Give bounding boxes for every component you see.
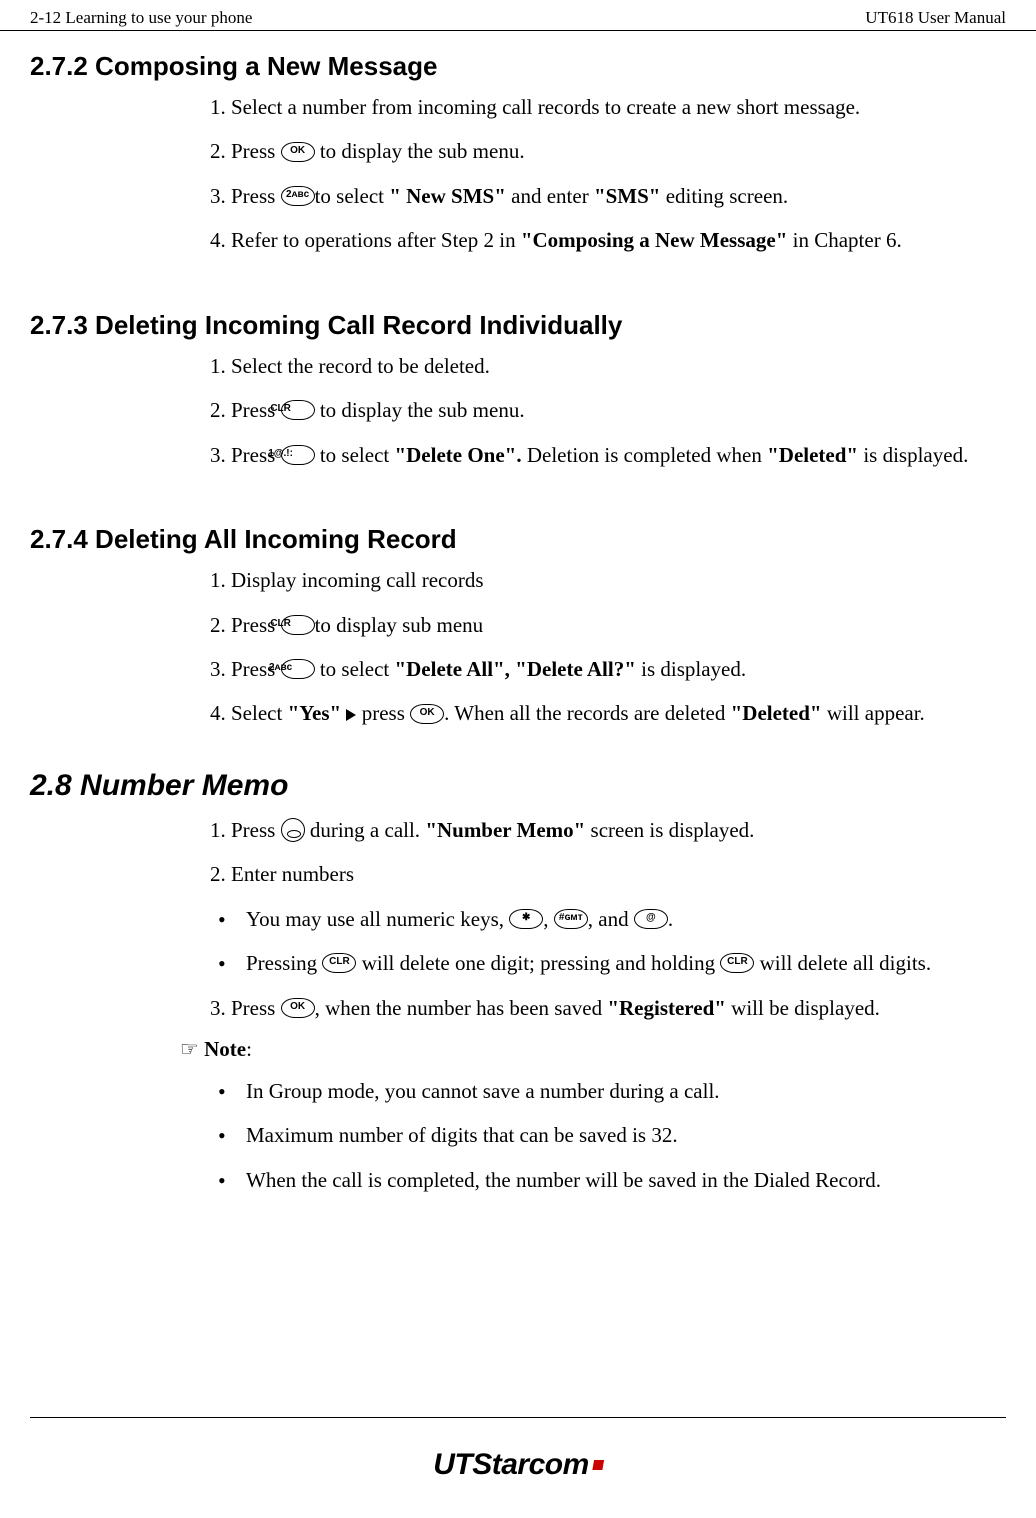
heading-272: 2.7.2 Composing a New Message xyxy=(30,51,1006,82)
s272-step4: 4. Refer to operations after Step 2 in "… xyxy=(210,225,1006,255)
note-item-1: In Group mode, you cannot save a number … xyxy=(210,1076,1006,1106)
header-left: 2-12 Learning to use your phone xyxy=(30,8,252,28)
arrow-right-icon xyxy=(346,709,356,721)
one-key-icon: 1@.!: xyxy=(281,445,315,465)
clr-key-icon: CLR xyxy=(281,400,315,420)
circle-key-icon xyxy=(281,818,305,842)
clr-key-icon: CLR xyxy=(281,615,315,635)
page-header: 2-12 Learning to use your phone UT618 Us… xyxy=(0,0,1036,31)
section-274-body: 1. Display incoming call records 2. Pres… xyxy=(210,565,1006,729)
star-key-icon: ✱ xyxy=(509,909,543,929)
clr-key-icon: CLR xyxy=(322,953,356,973)
s274-step2: 2. Press CLRto display sub menu xyxy=(210,610,1006,640)
note-item-3: When the call is completed, the number w… xyxy=(210,1165,1006,1195)
clr-key-icon: CLR xyxy=(720,953,754,973)
s272-step3: 3. Press 2ᴀʙᴄto select " New SMS" and en… xyxy=(210,181,1006,211)
note-body: In Group mode, you cannot save a number … xyxy=(210,1076,1006,1195)
note-header: ☞ Note: xyxy=(180,1037,1006,1062)
two-key-icon: 2ᴀʙᴄ xyxy=(281,659,315,679)
page-content: 2.7.2 Composing a New Message 1. Select … xyxy=(0,31,1036,1195)
s28-step1: 1. Press during a call. "Number Memo" sc… xyxy=(210,815,1006,845)
pointing-hand-icon: ☞ xyxy=(180,1037,204,1061)
heading-274: 2.7.4 Deleting All Incoming Record xyxy=(30,524,1006,555)
s273-step1: 1. Select the record to be deleted. xyxy=(210,351,1006,381)
heading-273: 2.7.3 Deleting Incoming Call Record Indi… xyxy=(30,310,1006,341)
s28-bullet1: You may use all numeric keys, ✱, #ɢᴍᴛ, a… xyxy=(210,904,1006,934)
s28-step2: 2. Enter numbers xyxy=(210,859,1006,889)
heading-28: 2.8 Number Memo xyxy=(30,769,1006,803)
ok-key-icon: OK xyxy=(281,998,315,1018)
utstarcom-logo: UTStarcom xyxy=(433,1448,603,1482)
section-273-body: 1. Select the record to be deleted. 2. P… xyxy=(210,351,1006,470)
ok-key-icon: OK xyxy=(410,704,444,724)
s274-step3: 3. Press 2ᴀʙᴄ to select "Delete All", "D… xyxy=(210,654,1006,684)
s274-step1: 1. Display incoming call records xyxy=(210,565,1006,595)
ok-key-icon: OK xyxy=(281,142,315,162)
s28-bullet2: Pressing CLR will delete one digit; pres… xyxy=(210,948,1006,978)
s272-step2: 2. Press OK to display the sub menu. xyxy=(210,136,1006,166)
section-28-body: 1. Press during a call. "Number Memo" sc… xyxy=(210,815,1006,1023)
section-272-body: 1. Select a number from incoming call re… xyxy=(210,92,1006,256)
header-right: UT618 User Manual xyxy=(865,8,1006,28)
s274-step4: 4. Select "Yes" press OK. When all the r… xyxy=(210,698,1006,728)
at-key-icon: @ xyxy=(634,909,668,929)
hash-key-icon: #ɢᴍᴛ xyxy=(554,909,588,929)
s273-step3: 3. Press 1@.!: to select "Delete One". D… xyxy=(210,440,1006,470)
note-item-2: Maximum number of digits that can be sav… xyxy=(210,1120,1006,1150)
s272-step1: 1. Select a number from incoming call re… xyxy=(210,92,1006,122)
s28-step3: 3. Press OK, when the number has been sa… xyxy=(210,993,1006,1023)
logo-accent-icon xyxy=(592,1460,604,1470)
s273-step2: 2. Press CLR to display the sub menu. xyxy=(210,395,1006,425)
two-key-icon: 2ᴀʙᴄ xyxy=(281,186,315,206)
footer-divider xyxy=(30,1417,1006,1418)
